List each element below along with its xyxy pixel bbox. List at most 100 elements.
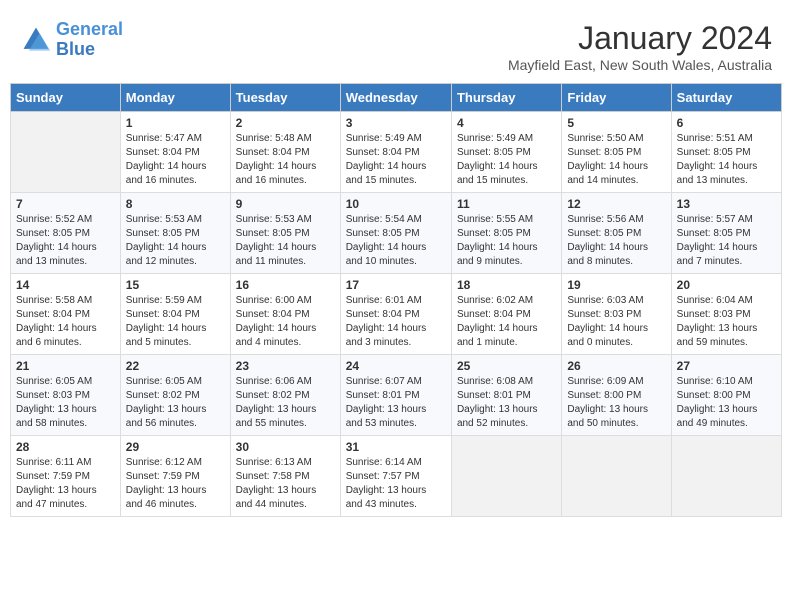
day-info: Sunrise: 6:09 AM Sunset: 8:00 PM Dayligh… — [567, 375, 665, 431]
day-info: Sunrise: 5:59 AM Sunset: 8:04 PM Dayligh… — [126, 294, 225, 350]
calendar-week-row: 14Sunrise: 5:58 AM Sunset: 8:04 PM Dayli… — [11, 274, 782, 355]
calendar-day-cell: 16Sunrise: 6:00 AM Sunset: 8:04 PM Dayli… — [230, 274, 340, 355]
calendar-day-cell: 8 Sunrise: 5:53 AM Sunset: 8:05 PM Daylig… — [120, 193, 230, 274]
calendar-day-cell: 1Sunrise: 5:47 AM Sunset: 8:04 PM Daylig… — [120, 112, 230, 193]
day-number: 5 — [567, 116, 665, 130]
title-block: January 2024 Mayfield East, New South Wa… — [508, 20, 772, 73]
weekday-header: Tuesday — [230, 84, 340, 112]
day-number: 13 — [677, 197, 776, 211]
calendar-day-cell — [671, 436, 781, 517]
calendar-day-cell: 9 Sunrise: 5:53 AM Sunset: 8:05 PM Daylig… — [230, 193, 340, 274]
calendar-day-cell: 31Sunrise: 6:14 AM Sunset: 7:57 PM Dayli… — [340, 436, 451, 517]
calendar-day-cell: 15 Sunrise: 5:59 AM Sunset: 8:04 PM Dayli… — [120, 274, 230, 355]
day-number: 3 — [346, 116, 446, 130]
day-info: Sunrise: 5:48 AM Sunset: 8:04 PM Dayligh… — [236, 132, 335, 188]
day-number: 27 — [677, 359, 776, 373]
day-info: Sunrise: 5:50 AM Sunset: 8:05 PM Dayligh… — [567, 132, 665, 188]
calendar-day-cell — [562, 436, 671, 517]
page-header: General Blue January 2024 Mayfield East,… — [10, 10, 782, 78]
day-info: Sunrise: 6:07 AM Sunset: 8:01 PM Dayligh… — [346, 375, 446, 431]
calendar-day-cell: 30 Sunrise: 6:13 AM Sunset: 7:58 PM Dayli… — [230, 436, 340, 517]
logo-text: General Blue — [56, 20, 123, 60]
day-info: Sunrise: 5:52 AM Sunset: 8:05 PM Dayligh… — [16, 213, 115, 269]
day-number: 23 — [236, 359, 335, 373]
day-info: Sunrise: 6:02 AM Sunset: 8:04 PM Dayligh… — [457, 294, 556, 350]
day-number: 30 — [236, 440, 335, 454]
day-info: Sunrise: 5:58 AM Sunset: 8:04 PM Dayligh… — [16, 294, 115, 350]
day-number: 18 — [457, 278, 556, 292]
day-info: Sunrise: 5:53 AM Sunset: 8:05 PM Dayligh… — [236, 213, 335, 269]
calendar-day-cell — [11, 112, 121, 193]
calendar-day-cell: 10 Sunrise: 5:54 AM Sunset: 8:05 PM Dayli… — [340, 193, 451, 274]
day-info: Sunrise: 5:56 AM Sunset: 8:05 PM Dayligh… — [567, 213, 665, 269]
day-info: Sunrise: 5:57 AM Sunset: 8:05 PM Dayligh… — [677, 213, 776, 269]
day-number: 25 — [457, 359, 556, 373]
day-number: 22 — [126, 359, 225, 373]
calendar-day-cell: 24 Sunrise: 6:07 AM Sunset: 8:01 PM Dayli… — [340, 355, 451, 436]
day-info: Sunrise: 6:12 AM Sunset: 7:59 PM Dayligh… — [126, 456, 225, 512]
calendar-day-cell: 21 Sunrise: 6:05 AM Sunset: 8:03 PM Dayli… — [11, 355, 121, 436]
day-info: Sunrise: 6:10 AM Sunset: 8:00 PM Dayligh… — [677, 375, 776, 431]
calendar-day-cell: 11 Sunrise: 5:55 AM Sunset: 8:05 PM Dayli… — [451, 193, 561, 274]
weekday-header: Saturday — [671, 84, 781, 112]
day-info: Sunrise: 5:49 AM Sunset: 8:05 PM Dayligh… — [457, 132, 556, 188]
day-info: Sunrise: 5:47 AM Sunset: 8:04 PM Dayligh… — [126, 132, 225, 188]
calendar-day-cell — [451, 436, 561, 517]
calendar-day-cell: 14Sunrise: 5:58 AM Sunset: 8:04 PM Dayli… — [11, 274, 121, 355]
day-info: Sunrise: 5:55 AM Sunset: 8:05 PM Dayligh… — [457, 213, 556, 269]
weekday-header: Sunday — [11, 84, 121, 112]
day-number: 9 — [236, 197, 335, 211]
day-number: 21 — [16, 359, 115, 373]
calendar-table: SundayMondayTuesdayWednesdayThursdayFrid… — [10, 83, 782, 517]
calendar-day-cell: 22 Sunrise: 6:05 AM Sunset: 8:02 PM Dayli… — [120, 355, 230, 436]
calendar-week-row: 28 Sunrise: 6:11 AM Sunset: 7:59 PM Dayli… — [11, 436, 782, 517]
calendar-day-cell: 19Sunrise: 6:03 AM Sunset: 8:03 PM Dayli… — [562, 274, 671, 355]
month-title: January 2024 — [508, 20, 772, 57]
day-number: 8 — [126, 197, 225, 211]
location-subtitle: Mayfield East, New South Wales, Australi… — [508, 57, 772, 73]
day-info: Sunrise: 6:13 AM Sunset: 7:58 PM Dayligh… — [236, 456, 335, 512]
day-info: Sunrise: 6:01 AM Sunset: 8:04 PM Dayligh… — [346, 294, 446, 350]
day-info: Sunrise: 6:14 AM Sunset: 7:57 PM Dayligh… — [346, 456, 446, 512]
logo: General Blue — [20, 20, 123, 60]
weekday-header: Thursday — [451, 84, 561, 112]
logo-icon — [20, 24, 52, 56]
day-number: 16 — [236, 278, 335, 292]
calendar-day-cell: 18 Sunrise: 6:02 AM Sunset: 8:04 PM Dayli… — [451, 274, 561, 355]
calendar-day-cell: 28 Sunrise: 6:11 AM Sunset: 7:59 PM Dayli… — [11, 436, 121, 517]
day-number: 24 — [346, 359, 446, 373]
day-info: Sunrise: 5:54 AM Sunset: 8:05 PM Dayligh… — [346, 213, 446, 269]
calendar-day-cell: 29 Sunrise: 6:12 AM Sunset: 7:59 PM Dayli… — [120, 436, 230, 517]
calendar-day-cell: 20 Sunrise: 6:04 AM Sunset: 8:03 PM Dayli… — [671, 274, 781, 355]
day-info: Sunrise: 5:53 AM Sunset: 8:05 PM Dayligh… — [126, 213, 225, 269]
day-number: 7 — [16, 197, 115, 211]
calendar-day-cell: 7 Sunrise: 5:52 AM Sunset: 8:05 PM Daylig… — [11, 193, 121, 274]
calendar-day-cell: 5 Sunrise: 5:50 AM Sunset: 8:05 PM Daylig… — [562, 112, 671, 193]
day-number: 15 — [126, 278, 225, 292]
day-number: 6 — [677, 116, 776, 130]
weekday-header: Monday — [120, 84, 230, 112]
day-info: Sunrise: 6:03 AM Sunset: 8:03 PM Dayligh… — [567, 294, 665, 350]
calendar-day-cell: 23 Sunrise: 6:06 AM Sunset: 8:02 PM Dayli… — [230, 355, 340, 436]
day-number: 20 — [677, 278, 776, 292]
day-info: Sunrise: 6:04 AM Sunset: 8:03 PM Dayligh… — [677, 294, 776, 350]
day-info: Sunrise: 6:05 AM Sunset: 8:02 PM Dayligh… — [126, 375, 225, 431]
calendar-week-row: 1Sunrise: 5:47 AM Sunset: 8:04 PM Daylig… — [11, 112, 782, 193]
weekday-header: Wednesday — [340, 84, 451, 112]
day-number: 11 — [457, 197, 556, 211]
day-info: Sunrise: 5:51 AM Sunset: 8:05 PM Dayligh… — [677, 132, 776, 188]
calendar-week-row: 7 Sunrise: 5:52 AM Sunset: 8:05 PM Daylig… — [11, 193, 782, 274]
day-info: Sunrise: 6:05 AM Sunset: 8:03 PM Dayligh… — [16, 375, 115, 431]
day-number: 4 — [457, 116, 556, 130]
calendar-week-row: 21 Sunrise: 6:05 AM Sunset: 8:03 PM Dayli… — [11, 355, 782, 436]
day-number: 10 — [346, 197, 446, 211]
day-number: 28 — [16, 440, 115, 454]
weekday-header-row: SundayMondayTuesdayWednesdayThursdayFrid… — [11, 84, 782, 112]
day-number: 29 — [126, 440, 225, 454]
day-info: Sunrise: 6:11 AM Sunset: 7:59 PM Dayligh… — [16, 456, 115, 512]
day-info: Sunrise: 6:08 AM Sunset: 8:01 PM Dayligh… — [457, 375, 556, 431]
calendar-day-cell: 12Sunrise: 5:56 AM Sunset: 8:05 PM Dayli… — [562, 193, 671, 274]
day-info: Sunrise: 6:06 AM Sunset: 8:02 PM Dayligh… — [236, 375, 335, 431]
calendar-day-cell: 3Sunrise: 5:49 AM Sunset: 8:04 PM Daylig… — [340, 112, 451, 193]
calendar-day-cell: 26Sunrise: 6:09 AM Sunset: 8:00 PM Dayli… — [562, 355, 671, 436]
